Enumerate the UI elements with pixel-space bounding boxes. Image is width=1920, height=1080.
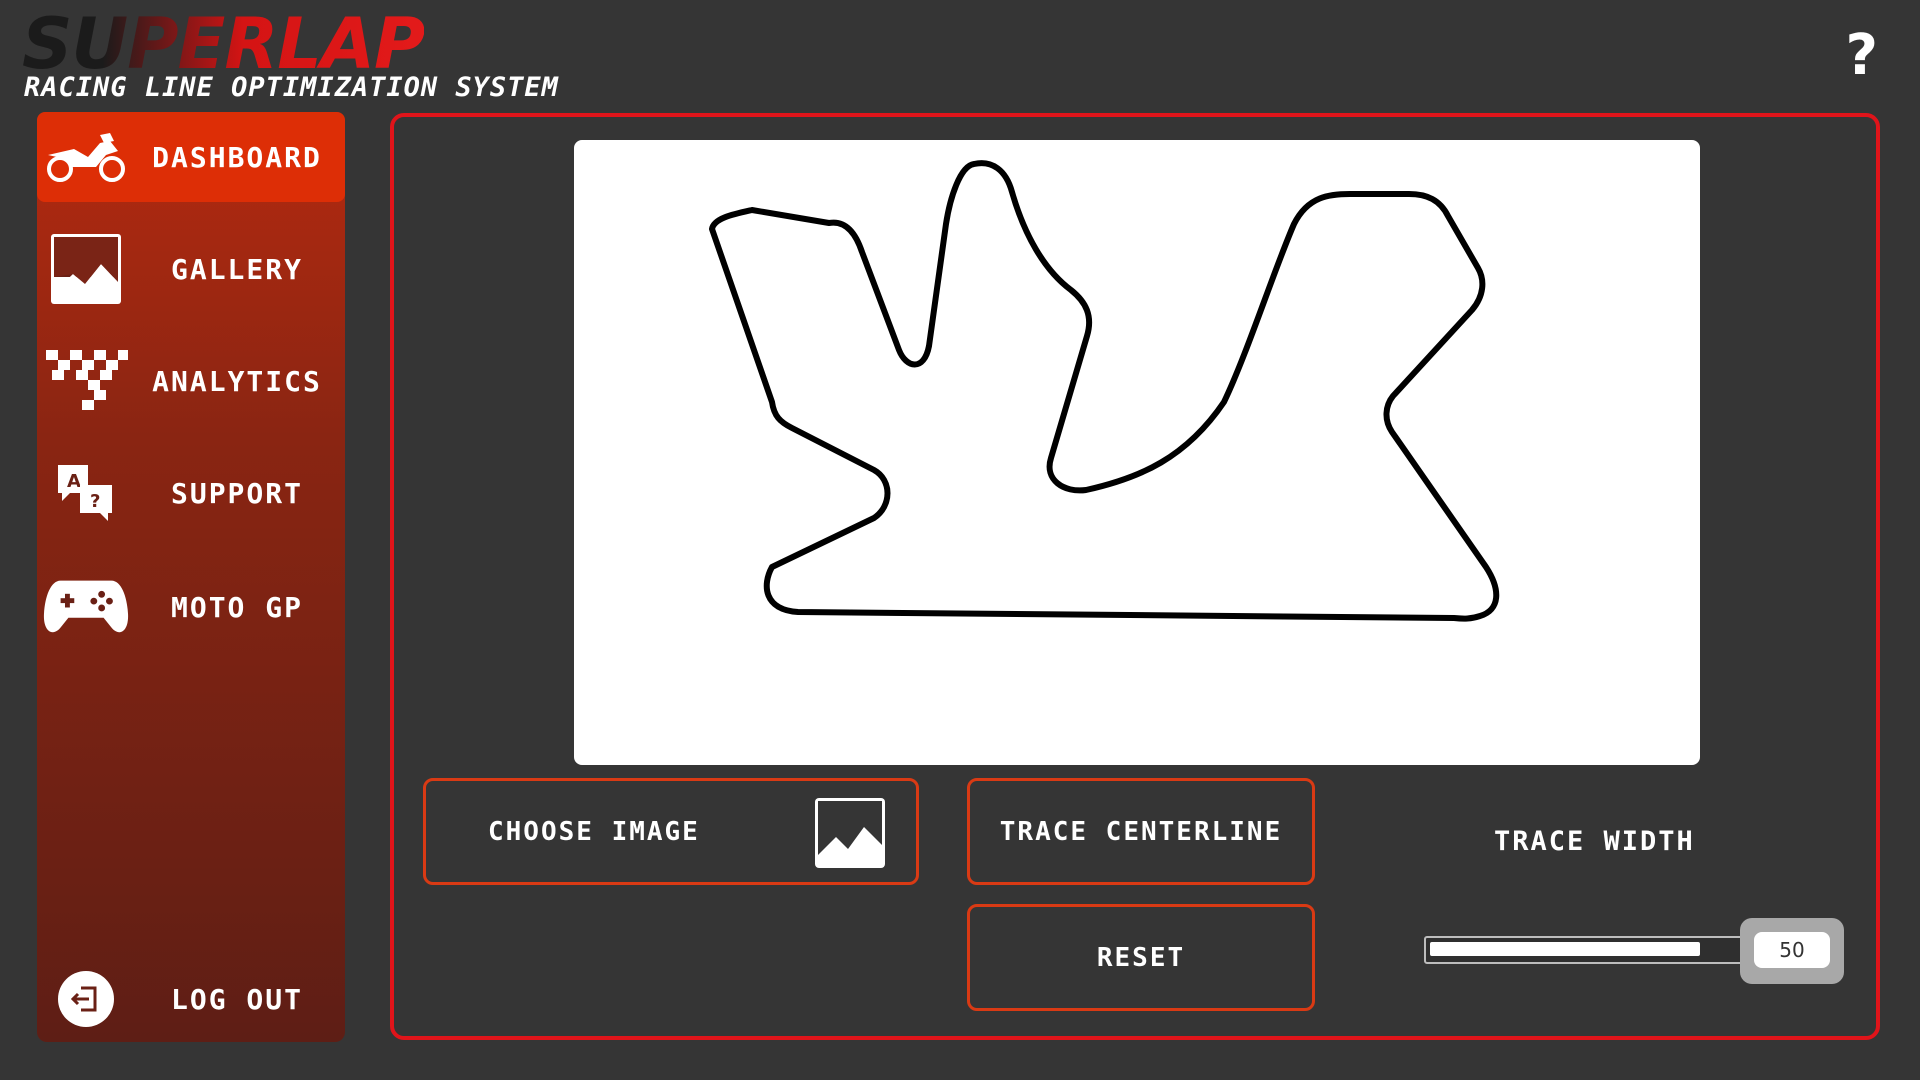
sidebar-item-label: SUPPORT (170, 476, 303, 510)
choose-image-label: CHOOSE IMAGE (488, 816, 700, 847)
sidebar-item-support[interactable]: A ? SUPPORT (37, 448, 345, 538)
logo-wordmark: SUPERLAP (22, 3, 425, 85)
svg-text:?: ? (90, 491, 100, 512)
choose-image-button[interactable]: CHOOSE IMAGE (423, 778, 919, 885)
app-logo: SUPERLAP RACING LINE OPTIMIZATION SYSTEM (22, 6, 682, 106)
trace-width-slider-thumb[interactable]: 50 (1740, 918, 1844, 984)
logout-label: LOG OUT (170, 982, 303, 1016)
sidebar-item-label: GALLERY (170, 252, 303, 286)
trace-width-slider-fill (1430, 942, 1700, 956)
sidebar-item-gallery[interactable]: GALLERY (37, 224, 345, 314)
sidebar-item-label: MOTO GP (170, 590, 303, 624)
reset-button[interactable]: RESET (967, 904, 1315, 1011)
trace-width-value: 50 (1754, 932, 1830, 968)
image-icon (814, 797, 886, 869)
trace-centerline-button[interactable]: TRACE CENTERLINE (967, 778, 1315, 885)
logout-icon (43, 963, 129, 1035)
svg-text:A: A (67, 471, 81, 492)
sidebar-item-analytics[interactable]: ANALYTICS (37, 336, 345, 426)
sidebar-item-dashboard[interactable]: DASHBOARD (37, 112, 345, 202)
logout-button[interactable]: LOG OUT (37, 954, 345, 1044)
sidebar-item-label: ANALYTICS (152, 364, 322, 398)
gamepad-icon (43, 571, 129, 643)
sidebar-item-label: DASHBOARD (152, 140, 322, 174)
track-outline (709, 160, 1500, 622)
sidebar-item-moto-gp[interactable]: MOTO GP (37, 562, 345, 652)
support-chat-icon: A ? (43, 457, 129, 529)
logo-subtitle: RACING LINE OPTIMIZATION SYSTEM (24, 72, 559, 103)
track-image-canvas[interactable] (574, 140, 1700, 765)
help-button[interactable]: ? (1846, 26, 1878, 86)
checkered-flag-icon (43, 345, 129, 417)
trace-width-slider[interactable] (1424, 936, 1754, 964)
sidebar: DASHBOARD GALLERY ANALYTICS A ? SUPPORT … (37, 112, 345, 1042)
trace-width-label: TRACE WIDTH (1494, 826, 1695, 857)
motorcycle-icon (43, 121, 129, 193)
image-icon (43, 233, 129, 305)
